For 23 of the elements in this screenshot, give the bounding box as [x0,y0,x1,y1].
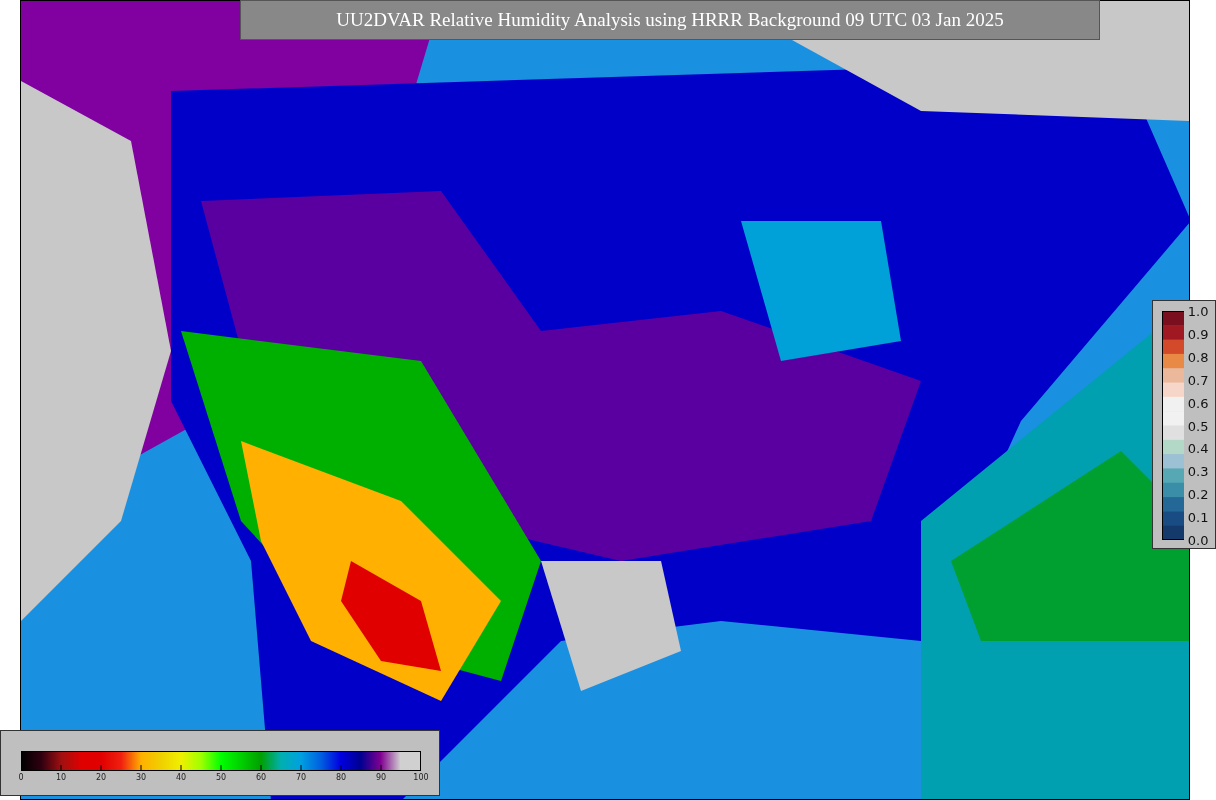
colorbar-tick-label: 50 [215,773,227,782]
colorbar-tick-label: 60 [255,773,267,782]
map-title: UU2DVAR Relative Humidity Analysis using HRRR Background 09 UTC 03 Jan 2025 [240,0,1100,40]
colorbar-tick-label: 0.8 [1187,349,1209,365]
colorbar-tick-label: 0 [18,773,24,782]
colorbar-tick-label: 30 [135,773,147,782]
colorbar-tick-label: 90 [375,773,387,782]
colorbar-tick-label: 40 [175,773,187,782]
colorbar-tick-label: 0.6 [1187,395,1209,411]
colorbar-tick-label: 0.4 [1187,440,1209,456]
colorbar-tick-label: 0.2 [1187,486,1209,502]
colorbar-tick-label: 80 [335,773,347,782]
colorbar-tick-label: 10 [55,773,67,782]
colorbar-tick-label: 0.7 [1187,372,1209,388]
colorbar-tick-label: 70 [295,773,307,782]
colorbar-tick-label: 0.5 [1187,418,1209,433]
colorbar-tick-label: 100 [413,773,429,782]
colorbar-tick-label: 0.9 [1187,326,1209,342]
colorbar-tick-label: 0.0 [1187,532,1209,548]
colorbar-tick-label: 1.0 [1187,303,1209,319]
colorbar-tick-label: 0.1 [1187,509,1209,525]
colorbar-tick-label: 0.3 [1187,463,1209,479]
colorbar-tick-label: 20 [95,773,107,782]
